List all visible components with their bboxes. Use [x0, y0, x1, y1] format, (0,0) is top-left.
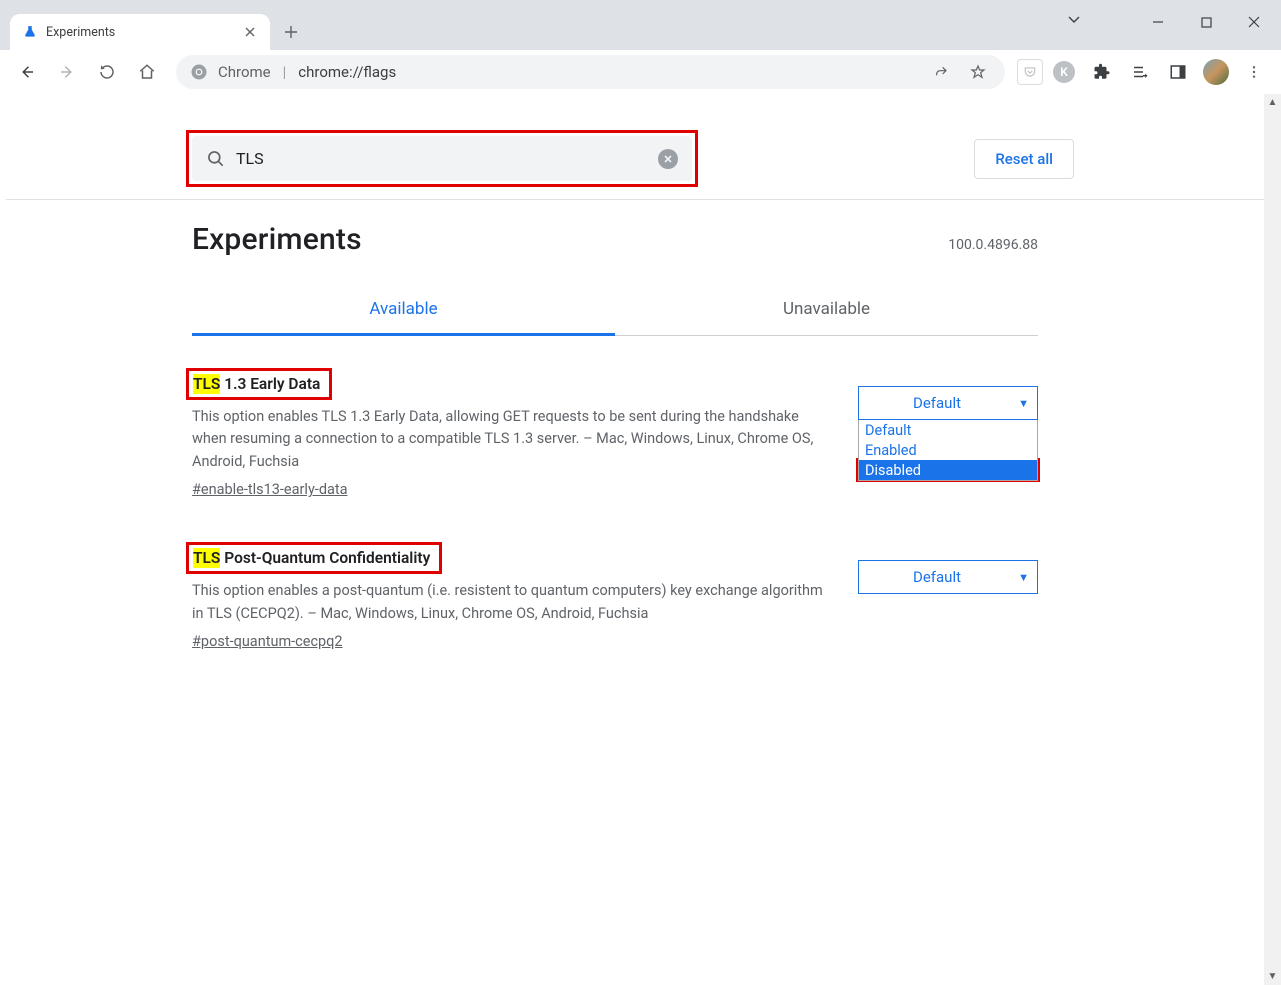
- extension-pocket-icon[interactable]: [1017, 59, 1043, 85]
- origin-label: Chrome: [218, 63, 271, 81]
- tab-unavailable[interactable]: Unavailable: [615, 285, 1038, 335]
- new-tab-button[interactable]: [276, 17, 306, 47]
- tab-available[interactable]: Available: [192, 285, 615, 336]
- flag-tabs: Available Unavailable: [192, 285, 1038, 336]
- minimize-button[interactable]: [1135, 6, 1181, 38]
- clear-search-icon[interactable]: [658, 149, 678, 169]
- flag-anchor-link[interactable]: #post-quantum-cecpq2: [192, 633, 343, 650]
- flag-description: This option enables TLS 1.3 Early Data, …: [192, 406, 834, 473]
- flask-icon: [22, 24, 38, 40]
- tab-title: Experiments: [46, 25, 115, 40]
- extensions-puzzle-icon[interactable]: [1085, 55, 1119, 89]
- flag-state-select[interactable]: Default ▼: [858, 386, 1038, 420]
- flag-anchor-link[interactable]: #enable-tls13-early-data: [192, 481, 348, 498]
- maximize-button[interactable]: [1183, 6, 1229, 38]
- browser-toolbar: Chrome | chrome://flags K: [0, 50, 1281, 94]
- extension-k-icon[interactable]: K: [1047, 55, 1081, 89]
- option-default[interactable]: Default: [859, 420, 1037, 440]
- flag-search-box[interactable]: [192, 136, 692, 181]
- version-text: 100.0.4896.88: [948, 237, 1038, 253]
- browser-titlebar: Experiments: [0, 0, 1281, 50]
- flag-title: TLS 1.3 Early Data: [193, 373, 323, 395]
- reset-all-button[interactable]: Reset all: [974, 139, 1074, 179]
- highlight-frame: TLS 1.3 Early Data: [186, 368, 332, 400]
- menu-dots-icon[interactable]: [1237, 55, 1271, 89]
- share-icon[interactable]: [929, 59, 955, 85]
- chrome-icon: [190, 63, 208, 81]
- flag-search-input[interactable]: [236, 149, 648, 168]
- scroll-down-icon[interactable]: ▼: [1264, 968, 1281, 985]
- flag-description: This option enables a post-quantum (i.e.…: [192, 580, 834, 625]
- extension-group: K: [1017, 55, 1271, 89]
- home-button[interactable]: [130, 55, 164, 89]
- scroll-up-icon[interactable]: ▲: [1264, 94, 1281, 111]
- flag-state-select[interactable]: Default ▼: [858, 560, 1038, 594]
- address-bar[interactable]: Chrome | chrome://flags: [176, 55, 1005, 89]
- chevron-down-icon: ▼: [1018, 397, 1029, 410]
- close-window-button[interactable]: [1231, 6, 1277, 38]
- side-panel-icon[interactable]: [1161, 55, 1195, 89]
- flag-title: TLS Post-Quantum Confidentiality: [193, 547, 433, 569]
- browser-tab[interactable]: Experiments: [10, 14, 270, 50]
- flag-state-dropdown: Default Enabled Disabled: [858, 420, 1038, 481]
- back-button[interactable]: [10, 55, 44, 89]
- reload-button[interactable]: [90, 55, 124, 89]
- highlight-frame: TLS Post-Quantum Confidentiality: [186, 542, 442, 574]
- option-disabled[interactable]: Disabled: [859, 460, 1037, 480]
- flag-item: TLS Post-Quantum Confidentiality This op…: [192, 498, 1038, 650]
- tab-search-icon[interactable]: [1067, 12, 1081, 26]
- scrollbar[interactable]: ▲ ▼: [1264, 94, 1281, 985]
- close-tab-icon[interactable]: [242, 24, 258, 40]
- flag-item: TLS 1.3 Early Data This option enables T…: [192, 336, 1038, 498]
- option-enabled[interactable]: Enabled: [859, 440, 1037, 460]
- window-controls: [1135, 6, 1277, 38]
- page-title: Experiments: [192, 222, 362, 257]
- page-viewport: ▲ ▼ Reset all Experiments 100.0.4896.88: [0, 94, 1281, 985]
- forward-button[interactable]: [50, 55, 84, 89]
- profile-avatar[interactable]: [1199, 55, 1233, 89]
- bookmark-icon[interactable]: [965, 59, 991, 85]
- search-row: Reset all: [6, 124, 1264, 200]
- chevron-down-icon: ▼: [1018, 571, 1029, 584]
- url-text: chrome://flags: [298, 63, 396, 81]
- search-icon: [206, 149, 226, 169]
- reading-list-icon[interactable]: [1123, 55, 1157, 89]
